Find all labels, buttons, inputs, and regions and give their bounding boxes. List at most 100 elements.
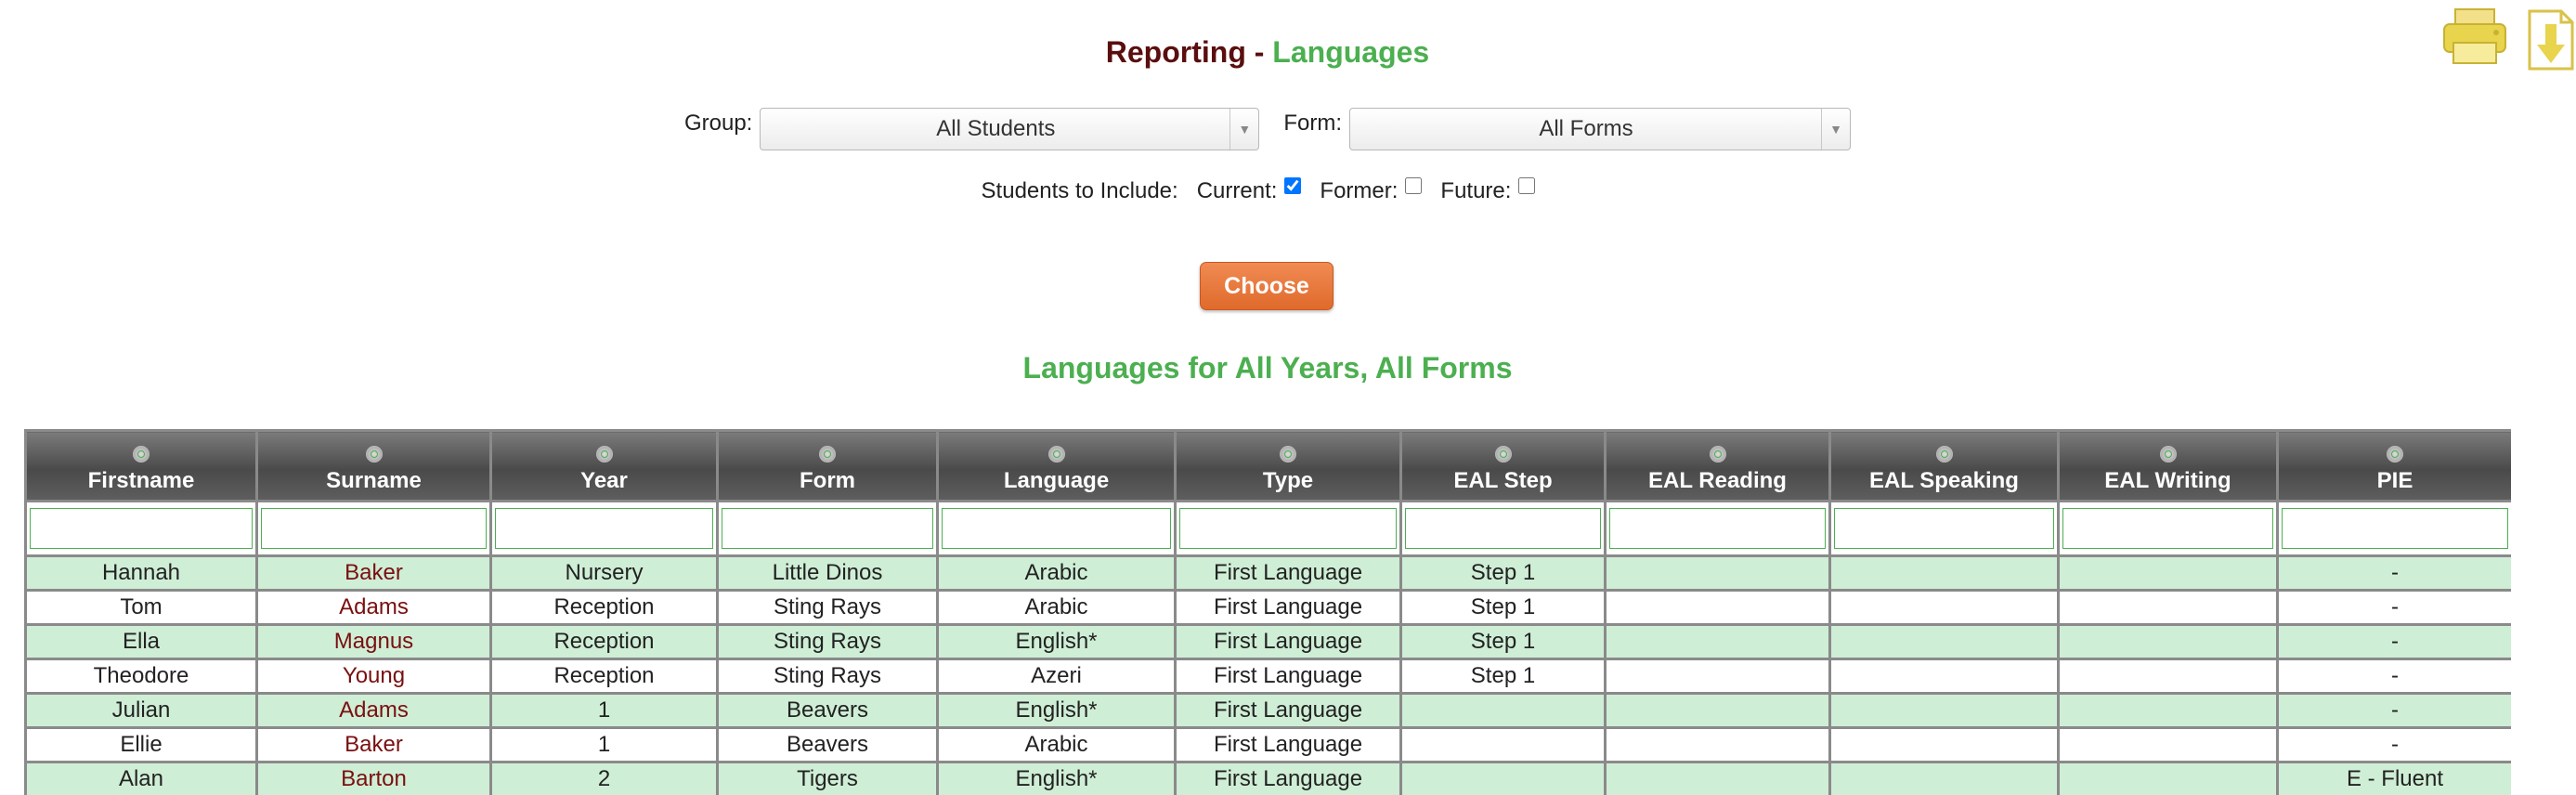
column-filter-input-eal-step[interactable] [1405,508,1601,549]
table-row[interactable]: Julian Adams 1 Beavers English* First Languag… [24,692,2511,729]
cell-form: Tigers [716,761,939,795]
cell-eal-step [1399,761,1607,795]
cell-language: Arabic [936,589,1177,626]
column-header-language[interactable]: Language [936,429,1177,502]
cell-pie: - [2276,589,2511,626]
sort-icon[interactable] [819,446,836,463]
chevron-down-icon: ▼ [1229,109,1258,150]
column-header-inner: Firstname [27,446,255,500]
group-select[interactable]: All Students ▼ [760,108,1260,150]
cell-eal-speaking [1828,692,2060,729]
column-header-eal-writing[interactable]: EAL Writing [2057,429,2279,502]
choose-button[interactable]: Choose [1200,262,1334,310]
column-filter-input-pie[interactable] [2282,508,2508,549]
cell-eal-writing [2057,554,2279,592]
column-header-year[interactable]: Year [489,429,719,502]
sort-icon[interactable] [2387,446,2403,463]
cell-eal-writing [2057,589,2279,626]
chevron-down-icon: ▼ [1821,109,1850,150]
column-header-inner: Surname [258,446,489,500]
sort-icon[interactable] [595,446,613,463]
column-header-inner: EAL Step [1402,446,1604,500]
languages-table-container: Firstname Surname Year Form Language Type EAL … [24,429,2511,795]
column-header-firstname[interactable]: Firstname [24,429,258,502]
column-header-eal-speaking[interactable]: EAL Speaking [1828,429,2060,502]
cell-pie: - [2276,692,2511,729]
sort-icon[interactable] [1709,446,1726,463]
column-header-inner: Type [1177,446,1399,500]
cell-form: Sting Rays [716,623,939,660]
cell-eal-reading [1604,692,1831,729]
table-row[interactable]: Ella Magnus Reception Sting Rays English* Fir… [24,623,2511,660]
column-header-inner: PIE [2279,446,2511,500]
column-filter-input-year[interactable] [495,508,713,549]
cell-eal-step: Step 1 [1399,589,1607,626]
cell-type: First Language [1174,658,1402,695]
cell-eal-step: Step 1 [1399,658,1607,695]
sort-icon[interactable] [1935,446,1953,463]
column-header-form[interactable]: Form [716,429,939,502]
table-row[interactable]: Tom Adams Reception Sting Rays Arabic First L… [24,589,2511,626]
sort-icon[interactable] [2159,446,2177,463]
column-header-inner: EAL Reading [1607,446,1828,500]
column-header-label: EAL Step [1453,468,1553,493]
cell-eal-reading [1604,623,1831,660]
cell-type: First Language [1174,692,1402,729]
sort-icon[interactable] [1280,446,1296,463]
column-filter-input-firstname[interactable] [30,508,253,549]
page-title: Reporting - Languages [0,35,2535,70]
column-header-eal-step[interactable]: EAL Step [1399,429,1607,502]
column-header-label: Year [580,468,628,493]
cell-form: Sting Rays [716,589,939,626]
cell-eal-reading [1604,761,1831,795]
filter-cell [716,500,939,557]
form-select[interactable]: All Forms ▼ [1349,108,1852,150]
cell-eal-step: Step 1 [1399,623,1607,660]
cell-type: First Language [1174,589,1402,626]
sort-icon[interactable] [1047,446,1065,463]
current-checkbox[interactable] [1284,177,1302,194]
column-header-inner: Year [492,446,716,500]
table-row[interactable]: Hannah Baker Nursery Little Dinos Arabic Firs… [24,554,2511,592]
column-filter-input-language[interactable] [942,508,1171,549]
column-filter-input-surname[interactable] [261,508,487,549]
cell-pie: - [2276,658,2511,695]
former-checkbox[interactable] [1405,177,1423,194]
cell-firstname: Theodore [24,658,258,695]
column-filter-input-type[interactable] [1179,508,1397,549]
cell-firstname: Ella [24,623,258,660]
column-filter-input-eal-speaking[interactable] [1834,508,2054,549]
sort-icon[interactable] [365,446,383,463]
cell-form: Little Dinos [716,554,939,592]
column-header-eal-reading[interactable]: EAL Reading [1604,429,1831,502]
cell-surname: Baker [255,554,492,592]
cell-type: First Language [1174,726,1402,763]
cell-eal-speaking [1828,589,2060,626]
cell-surname: Barton [255,761,492,795]
column-filter-input-eal-writing[interactable] [2062,508,2273,549]
cell-eal-writing [2057,692,2279,729]
table-row[interactable]: Alan Barton 2 Tigers English* First Language E… [24,761,2511,795]
sort-icon[interactable] [1494,446,1512,463]
column-filter-input-form[interactable] [722,508,933,549]
cell-language: Arabic [936,554,1177,592]
cell-eal-reading [1604,554,1831,592]
column-header-pie[interactable]: PIE [2276,429,2511,502]
table-row[interactable]: Theodore Young Reception Sting Rays Azeri Fir… [24,658,2511,695]
table-row[interactable]: Ellie Baker 1 Beavers Arabic First Language - [24,726,2511,763]
cell-type: First Language [1174,761,1402,795]
column-header-type[interactable]: Type [1174,429,1402,502]
cell-eal-step [1399,726,1607,763]
students-to-include-label: Students to Include: [981,178,1178,203]
current-label: Current: [1196,178,1278,203]
column-filter-input-eal-reading[interactable] [1609,508,1826,549]
cell-pie: - [2276,623,2511,660]
column-header-surname[interactable]: Surname [255,429,492,502]
table-body: Hannah Baker Nursery Little Dinos Arabic Firs… [24,554,2511,795]
sort-icon[interactable] [133,446,150,463]
cell-form: Beavers [716,692,939,729]
future-checkbox[interactable] [1518,177,1536,194]
cell-firstname: Alan [24,761,258,795]
cell-firstname: Ellie [24,726,258,763]
filter-cell [1604,500,1831,557]
